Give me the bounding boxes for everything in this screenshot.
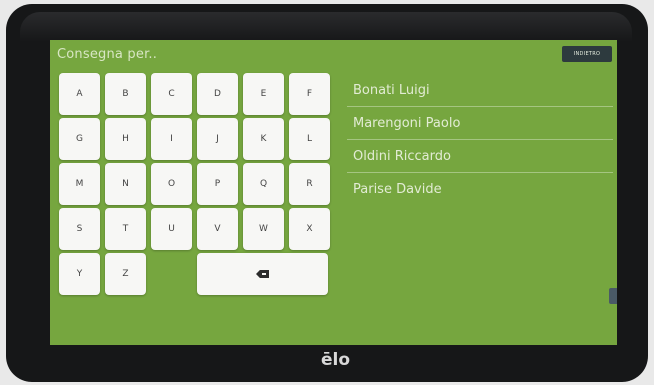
key-o[interactable]: O xyxy=(151,163,192,205)
list-item[interactable]: Marengoni Paolo xyxy=(347,107,613,140)
key-n[interactable]: N xyxy=(105,163,146,205)
key-p[interactable]: P xyxy=(197,163,238,205)
key-m[interactable]: M xyxy=(59,163,100,205)
back-button[interactable]: INDIETRO xyxy=(562,46,612,62)
key-f[interactable]: F xyxy=(289,73,330,115)
key-k[interactable]: K xyxy=(243,118,284,160)
key-v[interactable]: V xyxy=(197,208,238,250)
key-g[interactable]: G xyxy=(59,118,100,160)
key-z[interactable]: Z xyxy=(105,253,146,295)
key-h[interactable]: H xyxy=(105,118,146,160)
name-list: Bonati Luigi Marengoni Paolo Oldini Ricc… xyxy=(347,74,613,206)
list-item[interactable]: Bonati Luigi xyxy=(347,74,613,107)
key-a[interactable]: A xyxy=(59,73,100,115)
key-i[interactable]: I xyxy=(151,118,192,160)
page-title: Consegna per.. xyxy=(57,47,158,62)
key-l[interactable]: L xyxy=(289,118,330,160)
device-logo: ēlo xyxy=(321,350,351,370)
backspace-key[interactable] xyxy=(197,253,328,295)
key-d[interactable]: D xyxy=(197,73,238,115)
key-c[interactable]: C xyxy=(151,73,192,115)
key-b[interactable]: B xyxy=(105,73,146,115)
key-w[interactable]: W xyxy=(243,208,284,250)
scroll-handle[interactable] xyxy=(609,288,617,304)
key-r[interactable]: R xyxy=(289,163,330,205)
key-q[interactable]: Q xyxy=(243,163,284,205)
key-x[interactable]: X xyxy=(289,208,330,250)
touch-screen: Consegna per.. INDIETRO A B C D E F G H … xyxy=(50,40,617,345)
backspace-icon xyxy=(256,270,269,278)
key-j[interactable]: J xyxy=(197,118,238,160)
key-s[interactable]: S xyxy=(59,208,100,250)
key-e[interactable]: E xyxy=(243,73,284,115)
key-y[interactable]: Y xyxy=(59,253,100,295)
list-item[interactable]: Parise Davide xyxy=(347,173,613,206)
key-t[interactable]: T xyxy=(105,208,146,250)
list-item[interactable]: Oldini Riccardo xyxy=(347,140,613,173)
key-u[interactable]: U xyxy=(151,208,192,250)
bezel-highlight xyxy=(20,12,632,42)
